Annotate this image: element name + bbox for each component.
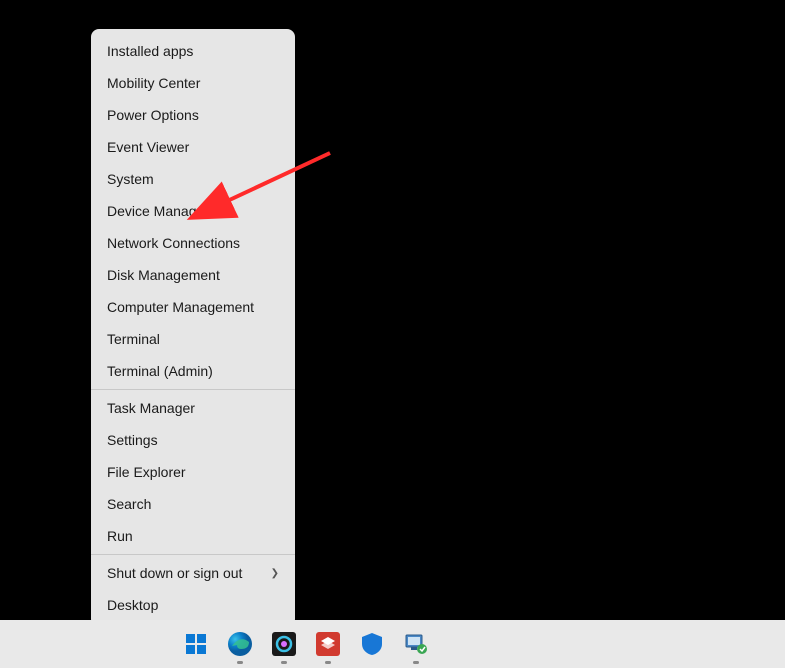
security-icon[interactable] <box>356 628 388 660</box>
menu-device-manager[interactable]: Device Manager <box>91 195 295 227</box>
menu-item-label: Network Connections <box>107 235 240 251</box>
menu-item-label: File Explorer <box>107 464 186 480</box>
app-red-icon[interactable] <box>312 628 344 660</box>
menu-network-connections[interactable]: Network Connections <box>91 227 295 259</box>
menu-item-label: Installed apps <box>107 43 193 59</box>
menu-item-label: Power Options <box>107 107 199 123</box>
menu-file-explorer[interactable]: File Explorer <box>91 456 295 488</box>
menu-run[interactable]: Run <box>91 520 295 552</box>
menu-item-label: Shut down or sign out <box>107 565 242 581</box>
menu-disk-management[interactable]: Disk Management <box>91 259 295 291</box>
menu-item-label: Device Manager <box>107 203 209 219</box>
menu-settings[interactable]: Settings <box>91 424 295 456</box>
taskbar <box>0 620 785 668</box>
menu-installed-apps[interactable]: Installed apps <box>91 35 295 67</box>
menu-mobility-center[interactable]: Mobility Center <box>91 67 295 99</box>
menu-item-label: Terminal <box>107 331 160 347</box>
menu-item-label: Computer Management <box>107 299 254 315</box>
menu-terminal[interactable]: Terminal <box>91 323 295 355</box>
start-icon[interactable] <box>180 628 212 660</box>
menu-item-label: Event Viewer <box>107 139 189 155</box>
chevron-right-icon: ❯ <box>271 568 279 579</box>
menu-separator <box>91 554 295 555</box>
menu-item-label: Search <box>107 496 151 512</box>
menu-item-label: System <box>107 171 154 187</box>
menu-search[interactable]: Search <box>91 488 295 520</box>
menu-power-options[interactable]: Power Options <box>91 99 295 131</box>
menu-computer-management[interactable]: Computer Management <box>91 291 295 323</box>
menu-event-viewer[interactable]: Event Viewer <box>91 131 295 163</box>
menu-item-label: Terminal (Admin) <box>107 363 213 379</box>
menu-item-label: Mobility Center <box>107 75 200 91</box>
menu-item-label: Task Manager <box>107 400 195 416</box>
winx-context-menu: Installed apps Mobility Center Power Optio… <box>91 29 295 627</box>
menu-item-label: Run <box>107 528 133 544</box>
menu-terminal-admin[interactable]: Terminal (Admin) <box>91 355 295 387</box>
menu-item-label: Settings <box>107 432 158 448</box>
menu-desktop[interactable]: Desktop <box>91 589 295 621</box>
copilot-icon[interactable] <box>268 628 300 660</box>
menu-system[interactable]: System <box>91 163 295 195</box>
menu-item-label: Desktop <box>107 597 158 613</box>
system-tool-icon[interactable] <box>400 628 432 660</box>
menu-item-label: Disk Management <box>107 267 220 283</box>
edge-icon[interactable] <box>224 628 256 660</box>
menu-task-manager[interactable]: Task Manager <box>91 392 295 424</box>
menu-separator <box>91 389 295 390</box>
menu-shutdown[interactable]: Shut down or sign out ❯ <box>91 557 295 589</box>
